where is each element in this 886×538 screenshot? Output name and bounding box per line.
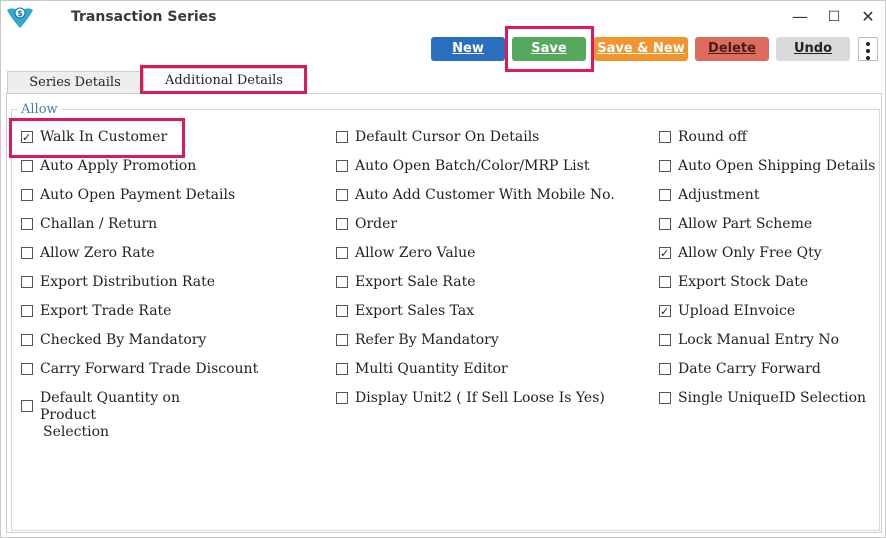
checkbox-box[interactable] xyxy=(336,276,348,288)
checkbox-label: Export Sales Tax xyxy=(355,303,475,319)
checkbox-box[interactable] xyxy=(659,334,671,346)
checkbox-label: Round off xyxy=(678,129,747,145)
tab-series-details[interactable]: Series Details xyxy=(7,71,143,94)
checkbox-box[interactable] xyxy=(336,160,348,172)
checkbox-label: Multi Quantity Editor xyxy=(355,361,508,377)
transaction-series-window: $ Transaction Series — ☐ ✕ New Save Save… xyxy=(0,0,886,538)
allow-group-label: Allow xyxy=(18,102,61,117)
checkbox-box[interactable] xyxy=(659,189,671,201)
checkbox-box[interactable] xyxy=(21,160,33,172)
checkbox-label: Date Carry Forward xyxy=(678,361,821,377)
checkbox-box[interactable] xyxy=(21,305,33,317)
checkbox-label: Export Trade Rate xyxy=(40,303,172,319)
checkbox-box[interactable] xyxy=(659,131,671,143)
svg-text:$: $ xyxy=(17,9,23,18)
checkbox-label: Single UniqueID Selection xyxy=(678,390,867,406)
checkbox-box[interactable] xyxy=(336,189,348,201)
checkbox-label: Default Quantity on Product Selection xyxy=(40,390,180,440)
checkbox-box[interactable] xyxy=(659,303,671,320)
checkbox-box[interactable] xyxy=(21,334,33,346)
checkbox-box[interactable] xyxy=(336,392,348,404)
checkbox-box[interactable] xyxy=(336,305,348,317)
checkbox-label: Upload EInvoice xyxy=(678,303,796,319)
checkbox-box[interactable] xyxy=(21,189,33,201)
checkbox-box[interactable] xyxy=(659,276,671,288)
checkbox-label: Display Unit2 ( If Sell Loose Is Yes) xyxy=(355,390,605,406)
save-highlight-box xyxy=(505,26,594,72)
checkbox-label: Allow Only Free Qty xyxy=(678,245,822,261)
checkbox-label: Export Distribution Rate xyxy=(40,274,216,290)
save-and-new-button[interactable]: Save & New xyxy=(594,37,688,61)
checkbox-label: Allow Zero Rate xyxy=(40,245,155,261)
checkbox-box[interactable] xyxy=(21,363,33,375)
checkbox-box[interactable] xyxy=(21,400,33,412)
checkbox-box[interactable] xyxy=(336,131,348,143)
checkbox-box[interactable] xyxy=(659,218,671,230)
minimize-button[interactable]: — xyxy=(785,5,815,29)
app-logo-icon: $ xyxy=(7,7,33,28)
checkbox-label: Allow Part Scheme xyxy=(678,216,813,232)
checkbox-box[interactable] xyxy=(336,247,348,259)
close-button[interactable]: ✕ xyxy=(853,5,883,29)
undo-button[interactable]: Undo xyxy=(776,37,850,61)
new-button[interactable]: New xyxy=(431,37,505,61)
checkbox-box[interactable] xyxy=(21,276,33,288)
checkbox-label: Auto Open Batch/Color/MRP List xyxy=(355,158,590,174)
checkbox-label: Auto Add Customer With Mobile No. xyxy=(355,187,615,203)
checkbox-label: Challan / Return xyxy=(40,216,158,232)
more-options-icon[interactable] xyxy=(858,37,878,61)
checkbox-box[interactable] xyxy=(336,218,348,230)
checkbox-box[interactable] xyxy=(336,334,348,346)
checkbox-label: Auto Open Shipping Details xyxy=(678,158,876,174)
checkbox-label: Carry Forward Trade Discount xyxy=(40,361,259,377)
checkbox-box[interactable] xyxy=(659,160,671,172)
checkbox-box[interactable] xyxy=(21,218,33,230)
checkbox-label: Default Cursor On Details xyxy=(355,129,540,145)
delete-button[interactable]: Delete xyxy=(695,37,769,61)
checkbox-label: Lock Manual Entry No xyxy=(678,332,840,348)
checkbox-label: Adjustment xyxy=(678,187,760,203)
checkbox-label: Auto Open Payment Details xyxy=(40,187,236,203)
window-title: Transaction Series xyxy=(71,9,217,25)
checkbox-label: Refer By Mandatory xyxy=(355,332,499,348)
checkbox-label: Checked By Mandatory xyxy=(40,332,207,348)
checkbox-box[interactable] xyxy=(336,363,348,375)
title-bar: $ Transaction Series — ☐ ✕ xyxy=(1,1,885,33)
checkbox-box[interactable] xyxy=(659,245,671,262)
tab-highlight-box xyxy=(140,65,307,94)
checkbox-label: Order xyxy=(355,216,398,232)
maximize-button[interactable]: ☐ xyxy=(819,5,849,29)
walk-in-customer-highlight-box xyxy=(9,118,185,158)
checkbox-box[interactable] xyxy=(659,392,671,404)
checkbox-label: Export Stock Date xyxy=(678,274,809,290)
checkbox-label: Allow Zero Value xyxy=(355,245,476,261)
checkbox-label: Export Sale Rate xyxy=(355,274,476,290)
checkbox-label: Auto Apply Promotion xyxy=(40,158,197,174)
checkbox-box[interactable] xyxy=(21,247,33,259)
checkbox-box[interactable] xyxy=(659,363,671,375)
